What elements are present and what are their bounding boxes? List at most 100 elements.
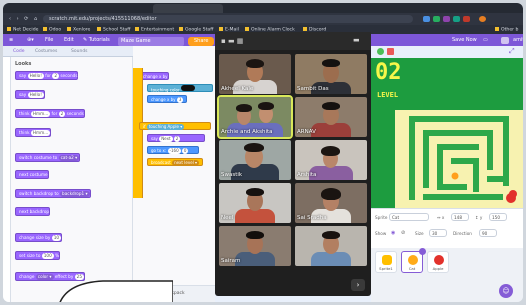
code-block[interactable]: change x by 3	[147, 95, 187, 103]
scratch-logo[interactable]: ≡	[9, 37, 13, 43]
extension-icon[interactable]	[443, 16, 450, 22]
tab-code[interactable]: Code	[13, 49, 25, 54]
participant-tile[interactable]: ARNAV	[295, 97, 367, 137]
x-field[interactable]: 148	[451, 213, 469, 221]
sprite-info-panel: Sprite Cat ↔ x 148 ↕ y 150 Show ◉ ⊘ Size…	[371, 208, 523, 248]
nav-buttons-icon[interactable]: ‹ › ⟳ ⌂	[9, 16, 39, 22]
code-block[interactable]: go to x: -160 0	[147, 146, 199, 154]
code-block[interactable]: if touching Apple ▾	[139, 122, 211, 130]
avatar[interactable]	[501, 36, 509, 44]
participant-tile[interactable]: Neel	[219, 183, 291, 223]
looks-block[interactable]: switch backdrop to backdrop1 ▾	[15, 189, 91, 198]
tutorials-menu[interactable]: ✎ Tutorials	[83, 37, 110, 43]
browser-tab[interactable]	[153, 4, 223, 13]
sprite-costume	[408, 255, 418, 265]
profile-avatar[interactable]	[479, 16, 486, 22]
participant-name: Sambit Das	[297, 86, 329, 92]
fullscreen-icon[interactable]: ⤢	[509, 47, 515, 56]
bookmark[interactable]: Other b	[495, 27, 518, 33]
size-field[interactable]: 30	[429, 229, 447, 237]
participant-name: Akheel Kale	[221, 86, 254, 92]
extension-icon[interactable]	[463, 16, 470, 22]
code-block[interactable]: touching color	[147, 84, 213, 93]
participant-tile[interactable]	[295, 226, 367, 266]
sprite-thumb[interactable]: Apple	[427, 251, 449, 273]
sprite-thumb[interactable]: Sprite1	[375, 251, 397, 273]
extension-icon[interactable]	[433, 16, 440, 22]
participant-tile[interactable]: Swastik	[219, 140, 291, 180]
sprite-name-field[interactable]: Cat	[389, 213, 429, 221]
bookmark[interactable]: School Staff	[97, 27, 130, 33]
code-workspace[interactable]: change x by touching color change x by 3…	[133, 46, 215, 302]
looks-block[interactable]: switch costume to cat-a2 ▾	[15, 153, 81, 162]
looks-block[interactable]: think Hmm...	[15, 128, 52, 137]
participant-name: Sai Sradha	[297, 215, 327, 221]
add-sprite-button[interactable]: ☺	[499, 284, 513, 298]
share-button[interactable]: Share	[188, 37, 215, 46]
direction-label: Direction	[453, 231, 472, 236]
sprite-costume	[382, 255, 392, 265]
category-heading: Looks	[15, 61, 32, 67]
laptop-screen: ‹ › ⟳ ⌂ scratch.mit.edu/projects/4155110…	[3, 3, 523, 302]
stop-icon[interactable]	[387, 48, 394, 55]
participant-tile[interactable]: Sambit Das	[295, 54, 367, 94]
editor-tabs: Code Costumes Sounds	[3, 46, 133, 57]
looks-block[interactable]: think Hmm... for 2 seconds	[15, 109, 85, 118]
eye-off-icon[interactable]: ⊘	[401, 230, 405, 236]
grid-view-icon[interactable]: ▪ ▬ ▦	[221, 37, 243, 45]
y-field[interactable]: 150	[489, 213, 507, 221]
direction-field[interactable]: 90	[479, 229, 497, 237]
control-c-block[interactable]	[133, 68, 143, 198]
sprite-costume	[434, 255, 444, 265]
extension-icon[interactable]	[423, 16, 430, 22]
tab-sounds[interactable]: Sounds	[71, 49, 88, 54]
stage-canvas[interactable]: 02 LEVEL	[371, 58, 523, 208]
zoom-gallery-window: ▪ ▬ ▦ ▬ Akheel Kale Sambit Das Archie an…	[215, 32, 371, 296]
project-title-input[interactable]: Maze Game	[118, 37, 184, 46]
bookmark[interactable]: Xenlore	[67, 27, 90, 33]
participant-tile[interactable]: Sai Sradha	[295, 183, 367, 223]
bookmark[interactable]: Entertainment	[135, 27, 174, 33]
looks-block[interactable]: say Hello!	[15, 90, 45, 99]
looks-block[interactable]: say Hello! for 2 seconds	[15, 71, 79, 80]
bookmark[interactable]: Google Staff	[179, 27, 213, 33]
delete-sprite-icon[interactable]	[419, 248, 426, 255]
participant-tile[interactable]: Arshita	[295, 140, 367, 180]
address-bar[interactable]: scratch.mit.edu/projects/415511068/edito…	[43, 15, 413, 23]
code-block[interactable]: broadcast next level ▾	[147, 158, 203, 166]
show-label: Show	[375, 231, 387, 236]
save-now-button[interactable]: Save Now	[452, 37, 477, 43]
code-block[interactable]: say Next 2	[147, 134, 205, 142]
username[interactable]: amit	[513, 37, 523, 43]
level-label: LEVEL	[377, 91, 399, 99]
laptop-bezel-edge	[59, 280, 173, 302]
sprite-name: Apple	[432, 266, 444, 271]
eye-icon[interactable]: ◉	[391, 230, 395, 236]
green-flag-icon[interactable]	[377, 48, 384, 55]
cat-sprite	[451, 172, 459, 180]
extension-icon[interactable]	[453, 16, 460, 22]
looks-block[interactable]: change size by 10	[15, 233, 63, 242]
size-label: Size	[415, 231, 424, 236]
camera-icon[interactable]: ▬	[353, 36, 360, 44]
sprite-thumb[interactable]: Cat	[401, 248, 426, 273]
globe-icon[interactable]: ⊕▾	[27, 37, 34, 43]
bookmark[interactable]: Net Decide	[7, 27, 38, 33]
bookmark[interactable]: Odoo	[43, 27, 61, 33]
next-page-button[interactable]: ›	[351, 279, 365, 291]
file-menu[interactable]: File	[45, 37, 53, 43]
participant-name: Archie and Akshita	[221, 129, 273, 135]
participant-tile[interactable]: Archie and Akshita	[217, 95, 293, 139]
code-block[interactable]: change x by	[139, 72, 169, 80]
looks-block[interactable]: next backdrop	[15, 207, 51, 216]
maze	[395, 110, 523, 208]
zoom-toolbar: ▪ ▬ ▦ ▬	[215, 32, 371, 50]
looks-block[interactable]: set size to 100 %	[15, 251, 61, 260]
tab-costumes[interactable]: Costumes	[35, 49, 57, 54]
participant-name: Swastik	[221, 172, 243, 178]
looks-block[interactable]: next costume	[15, 170, 49, 179]
folder-icon[interactable]: ▭	[483, 37, 488, 43]
participant-tile[interactable]: Sairam	[219, 226, 291, 266]
participant-tile[interactable]: Akheel Kale	[219, 54, 291, 94]
edit-menu[interactable]: Edit	[64, 37, 74, 43]
